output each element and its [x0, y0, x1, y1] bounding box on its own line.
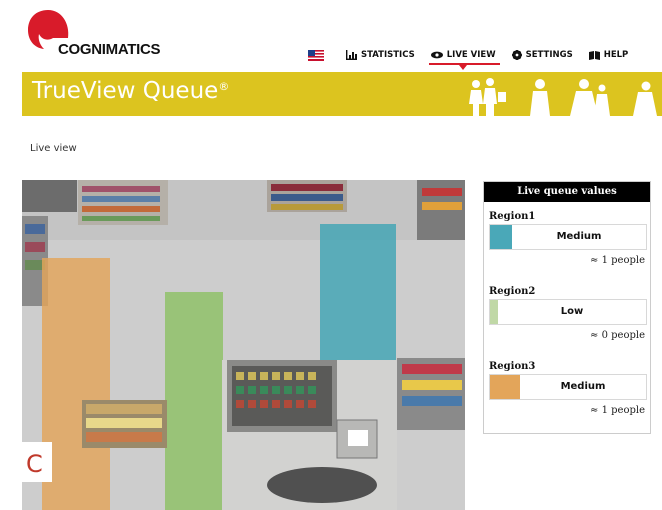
region2-color-swatch [490, 300, 498, 324]
logo-text: COGNIMATICS [58, 41, 161, 58]
eye-icon [430, 51, 443, 59]
region-people-count: ≈ 1 people [590, 255, 645, 266]
us-flag-icon [308, 49, 324, 61]
region-people-count: ≈ 1 people [590, 405, 645, 416]
nav-statistics-label: STATISTICS [361, 50, 415, 60]
region3-entry: Region3 Medium ≈ 1 people [489, 360, 647, 417]
nav-live-view-label: LIVE VIEW [446, 50, 496, 60]
nav-settings-label: SETTINGS [525, 50, 573, 60]
region2-entry: Region2 Low ≈ 0 people [489, 285, 647, 342]
region-status-bar: Medium [489, 374, 647, 400]
page-heading: Live view [30, 143, 77, 154]
bar-chart-icon [346, 50, 357, 60]
region-people-count: ≈ 0 people [590, 330, 645, 341]
region-name: Region1 [489, 211, 536, 222]
live-queue-panel: Live queue values Region1 Medium ≈ 1 peo… [483, 181, 651, 434]
camera-feed-image: C [22, 180, 465, 510]
region-level: Medium [556, 231, 602, 242]
gear-icon [511, 50, 522, 60]
region-status-bar: Medium [489, 224, 647, 250]
nav-settings[interactable]: SETTINGS [511, 50, 573, 60]
queue-people-silhouettes-icon [469, 78, 657, 116]
region-level: Medium [560, 381, 606, 392]
region3-overlay [42, 258, 110, 510]
panel-title: Live queue values [484, 182, 650, 202]
product-banner: TrueView Queue® [22, 72, 662, 116]
region1-entry: Region1 Medium ≈ 1 people [489, 210, 647, 267]
nav-statistics[interactable]: STATISTICS [346, 50, 415, 60]
region-level: Low [560, 306, 584, 317]
live-camera-view[interactable]: C [22, 180, 465, 510]
product-title: TrueView Queue® [32, 78, 230, 104]
nav-live-view[interactable]: LIVE VIEW [428, 50, 500, 70]
nav-help-label: HELP [603, 50, 629, 60]
region-name: Region3 [489, 361, 536, 372]
top-navigation: STATISTICS LIVE VIEW SETTINGS HELP [308, 46, 644, 70]
book-icon [588, 50, 600, 60]
region-name: Region2 [489, 286, 536, 297]
svg-text:C: C [26, 450, 43, 478]
language-flag-button[interactable] [308, 49, 324, 61]
region3-color-swatch [490, 375, 520, 399]
region-status-bar: Low [489, 299, 647, 325]
cognimatics-logo[interactable]: COGNIMATICS [22, 8, 182, 64]
nav-help[interactable]: HELP [588, 50, 629, 60]
region2-overlay [165, 292, 223, 510]
region1-color-swatch [490, 225, 512, 249]
